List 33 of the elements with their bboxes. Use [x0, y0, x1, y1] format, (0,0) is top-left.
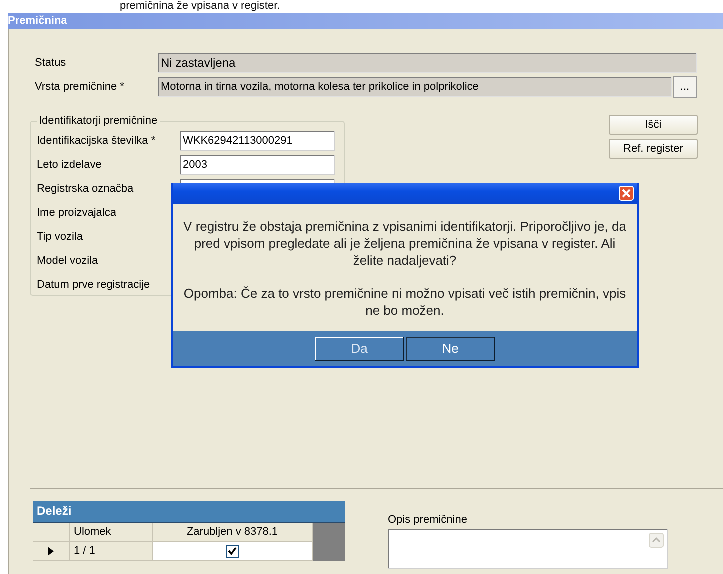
status-field: Ni zastavljena: [158, 53, 697, 73]
column-header[interactable]: Zarubljen v 8378.1: [153, 523, 313, 542]
column-header[interactable]: Ulomek: [70, 523, 153, 542]
field-label: Identifikacijska številka *: [37, 135, 157, 147]
grid-empty-area: [313, 523, 345, 561]
browse-button[interactable]: ...: [673, 76, 697, 98]
dialog-note: Opomba: Če za to vrsto premičnine ni možno vpisati več istih premičnin, vpis ne bo možen.: [183, 285, 627, 319]
description-field[interactable]: [388, 529, 668, 569]
type-field: Motorna in tirna vozila, motorna kolesa ter prikolice in polprikolice: [158, 77, 672, 97]
field-label: Tip vozila: [37, 231, 84, 243]
field-label: Vrsta premičnine *: [35, 81, 126, 93]
row-header[interactable]: [33, 542, 70, 561]
field-label: Status: [35, 57, 68, 69]
caption-text: premičnina že vpisana v register.: [120, 0, 280, 13]
field-label: Ime proizvajalca: [37, 207, 118, 219]
checkbox[interactable]: [226, 544, 239, 558]
dialog-button[interactable]: Ne: [406, 336, 495, 360]
field-label: Model vozila: [37, 255, 100, 267]
field-label: Registrska označba: [37, 183, 135, 195]
action-button[interactable]: Išči: [609, 115, 698, 135]
close-icon[interactable]: [619, 186, 634, 201]
field-label: Leto izdelave: [37, 159, 103, 171]
window-title: Premičnina: [8, 14, 68, 29]
field-label: Opis premičnine: [388, 514, 468, 526]
corner-header: [33, 523, 70, 542]
field-label: Datum prve registracije: [37, 279, 152, 291]
group-title: Identifikatorji premičnine: [38, 115, 159, 127]
table-cell: 1 / 1: [70, 542, 153, 561]
input-field[interactable]: 2003: [180, 155, 335, 175]
action-button[interactable]: Ref. register: [609, 139, 698, 159]
input-field[interactable]: WKK62942113000291: [180, 131, 335, 151]
dialog-message: V registru že obstaja premičnina z vpisanimi identifikatorji. Priporočljivo je, da pred vpisom pregledate ali je željena premičnina že vpisana v register. Ali želite nadaljevati?: [183, 218, 627, 269]
grid-title: Deleži: [33, 501, 345, 523]
